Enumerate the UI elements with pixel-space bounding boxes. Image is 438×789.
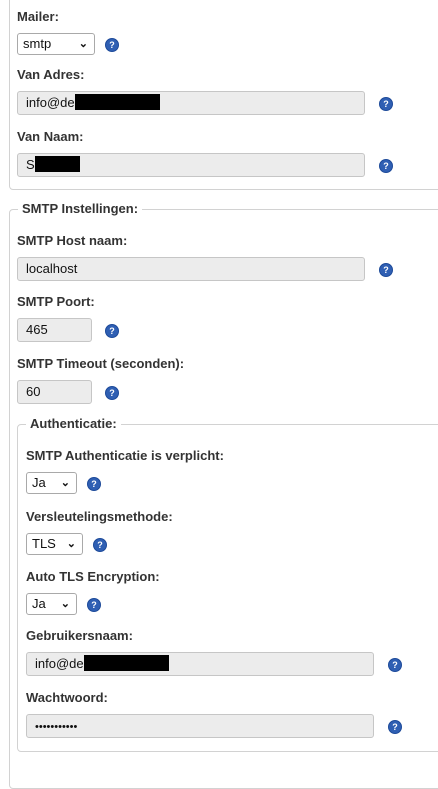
from-address-value: info@de — [26, 95, 75, 110]
help-icon[interactable]: ? — [379, 263, 393, 277]
smtp-host-input[interactable]: localhost — [17, 257, 365, 281]
chevron-down-icon: ⌄ — [78, 38, 88, 50]
from-address-label: Van Adres: — [17, 67, 85, 82]
username-value: info@de — [35, 656, 84, 671]
auto-tls-label: Auto TLS Encryption: — [26, 569, 160, 584]
password-input[interactable]: ••••••••••• — [26, 714, 374, 738]
encryption-select[interactable]: TLS ⌄ — [26, 533, 83, 555]
auto-tls-select[interactable]: Ja ⌄ — [26, 593, 77, 615]
chevron-down-icon: ⌄ — [60, 477, 70, 489]
help-icon[interactable]: ? — [379, 159, 393, 173]
help-icon[interactable]: ? — [379, 97, 393, 111]
smtp-timeout-label: SMTP Timeout (seconden): — [17, 356, 185, 371]
redaction-block — [74, 94, 160, 110]
smtp-port-value: 465 — [26, 322, 48, 337]
help-icon[interactable]: ? — [105, 38, 119, 52]
username-label: Gebruikersnaam: — [26, 628, 133, 643]
encryption-label: Versleutelingsmethode: — [26, 509, 173, 524]
from-address-input[interactable]: info@de — [17, 91, 365, 115]
smtp-host-value: localhost — [26, 261, 78, 276]
username-input[interactable]: info@de — [26, 652, 374, 676]
from-name-value: S — [26, 157, 35, 172]
help-icon[interactable]: ? — [388, 658, 402, 672]
help-icon[interactable]: ? — [87, 598, 101, 612]
auth-legend: Authenticatie: — [26, 416, 121, 432]
help-icon[interactable]: ? — [105, 386, 119, 400]
smtp-port-input[interactable]: 465 — [17, 318, 92, 342]
mailer-label: Mailer: — [17, 9, 59, 24]
smtp-port-label: SMTP Poort: — [17, 294, 95, 309]
redaction-block — [34, 156, 80, 172]
smtp-timeout-value: 60 — [26, 384, 41, 399]
password-label: Wachtwoord: — [26, 690, 108, 705]
encryption-value: TLS — [32, 536, 56, 551]
help-icon[interactable]: ? — [388, 720, 402, 734]
from-name-label: Van Naam: — [17, 129, 84, 144]
smtp-legend: SMTP Instellingen: — [18, 201, 143, 217]
auth-required-select[interactable]: Ja ⌄ — [26, 472, 77, 494]
smtp-host-label: SMTP Host naam: — [17, 233, 128, 248]
mailer-value: smtp — [23, 36, 52, 51]
chevron-down-icon: ⌄ — [66, 538, 76, 550]
redaction-block — [83, 655, 169, 671]
auto-tls-value: Ja — [32, 596, 46, 611]
mailer-select[interactable]: smtp ⌄ — [17, 33, 95, 55]
auth-required-label: SMTP Authenticatie is verplicht: — [26, 448, 224, 463]
auth-required-value: Ja — [32, 475, 46, 490]
help-icon[interactable]: ? — [93, 538, 107, 552]
help-icon[interactable]: ? — [87, 477, 101, 491]
password-value: ••••••••••• — [35, 721, 78, 733]
chevron-down-icon: ⌄ — [60, 598, 70, 610]
help-icon[interactable]: ? — [105, 324, 119, 338]
smtp-timeout-input[interactable]: 60 — [17, 380, 92, 404]
from-name-input[interactable]: S — [17, 153, 365, 177]
